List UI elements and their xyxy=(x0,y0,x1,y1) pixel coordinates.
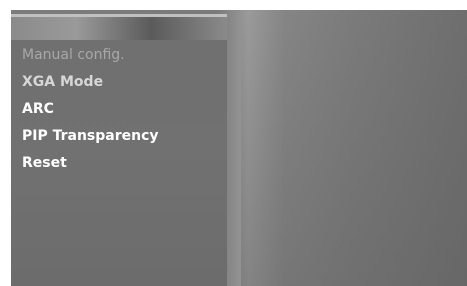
menu-item-xga-mode[interactable]: XGA Mode xyxy=(11,69,227,96)
menu-item-arc[interactable]: ARC xyxy=(11,96,227,123)
tv-screen: Manual config. XGA Mode ARC PIP Transpar… xyxy=(11,10,467,286)
menu-item-manual-config[interactable]: Manual config. xyxy=(11,42,227,69)
menu-header-bar xyxy=(11,14,227,40)
menu-item-reset[interactable]: Reset xyxy=(11,150,227,177)
tv-screen-frame: Manual config. XGA Mode ARC PIP Transpar… xyxy=(0,0,467,286)
osd-menu-list: Manual config. XGA Mode ARC PIP Transpar… xyxy=(11,42,227,177)
menu-item-pip-transparency[interactable]: PIP Transparency xyxy=(11,123,227,150)
menu-header-divider xyxy=(11,14,227,17)
osd-menu-panel: Manual config. XGA Mode ARC PIP Transpar… xyxy=(11,14,227,286)
